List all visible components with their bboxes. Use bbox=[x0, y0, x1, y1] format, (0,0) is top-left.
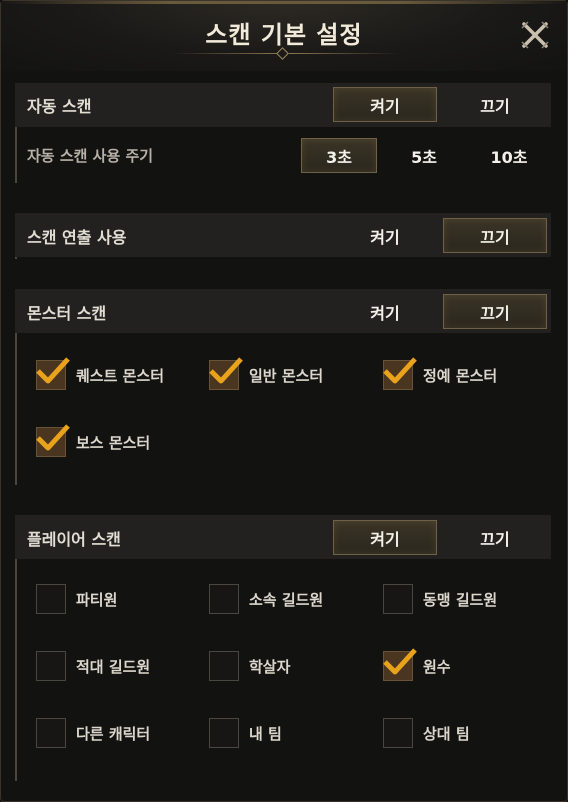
quest-monster-checkbox[interactable]: 퀘스트 몬스터 bbox=[36, 357, 165, 391]
panel-title: 스캔 기본 설정 bbox=[205, 21, 363, 49]
panel-header: 스캔 기본 설정 bbox=[1, 1, 567, 71]
hostile-guild-member-label: 적대 길드원 bbox=[76, 657, 151, 676]
monster-scan-row: 몬스터 스캔 켜기 끄기 bbox=[15, 289, 551, 333]
normal-monster-label: 일반 몬스터 bbox=[249, 366, 324, 385]
my-team-checkbox[interactable]: 내 팀 bbox=[209, 717, 282, 749]
checkbox-box bbox=[383, 648, 417, 681]
checkbox-box bbox=[36, 357, 70, 390]
checkbox-box bbox=[209, 651, 239, 681]
player-scan-row: 플레이어 스캔 켜기 끄기 bbox=[15, 515, 551, 559]
checkmark-icon bbox=[36, 424, 70, 451]
other-character-label: 다른 캐릭터 bbox=[76, 724, 151, 743]
slayer-checkbox[interactable]: 학살자 bbox=[209, 650, 290, 682]
checkbox-box bbox=[209, 584, 239, 614]
monster-scan-section: 몬스터 스캔 켜기 끄기 퀘스트 몬스터 일반 몬스터 정예 몬스터 보스 몬스… bbox=[15, 289, 551, 485]
player-scan-off-toggle[interactable]: 끄기 bbox=[443, 520, 547, 555]
slayer-label: 학살자 bbox=[249, 657, 291, 676]
interval-10s-option[interactable]: 10초 bbox=[471, 138, 547, 173]
party-member-checkbox[interactable]: 파티원 bbox=[36, 583, 117, 615]
elite-monster-label: 정예 몬스터 bbox=[423, 366, 498, 385]
checkmark-icon bbox=[383, 648, 417, 675]
player-scan-section: 플레이어 스캔 켜기 끄기 파티원 소속 길드원 동맹 길드원 적대 길드원 학… bbox=[15, 515, 551, 781]
auto-scan-section: 자동 스캔 켜기 끄기 자동 스캔 사용 주기 3초 5초 10초 bbox=[15, 83, 551, 183]
checkbox-box bbox=[209, 718, 239, 748]
auto-scan-label: 자동 스캔 bbox=[27, 97, 92, 116]
scan-effect-off-toggle[interactable]: 끄기 bbox=[443, 218, 547, 253]
monster-scan-on-toggle[interactable]: 켜기 bbox=[333, 294, 437, 329]
own-guild-member-checkbox[interactable]: 소속 길드원 bbox=[209, 583, 323, 615]
title-ornament-right bbox=[289, 53, 399, 54]
checkbox-box bbox=[383, 718, 413, 748]
checkbox-box bbox=[383, 584, 413, 614]
scan-effect-label: 스캔 연출 사용 bbox=[27, 228, 127, 247]
scan-effect-on-toggle[interactable]: 켜기 bbox=[333, 218, 437, 253]
checkmark-icon bbox=[36, 357, 70, 384]
checkmark-icon bbox=[209, 357, 243, 384]
auto-scan-on-toggle[interactable]: 켜기 bbox=[333, 87, 437, 122]
close-icon bbox=[521, 21, 549, 49]
checkbox-box bbox=[36, 651, 66, 681]
player-scan-label: 플레이어 스캔 bbox=[27, 530, 121, 549]
normal-monster-checkbox[interactable]: 일반 몬스터 bbox=[209, 357, 324, 391]
opposing-team-label: 상대 팀 bbox=[423, 724, 470, 743]
boss-monster-checkbox[interactable]: 보스 몬스터 bbox=[36, 424, 151, 458]
interval-3s-option[interactable]: 3초 bbox=[301, 138, 377, 173]
checkbox-box bbox=[36, 584, 66, 614]
other-character-checkbox[interactable]: 다른 캐릭터 bbox=[36, 717, 150, 749]
scan-effect-section: 스캔 연출 사용 켜기 끄기 bbox=[15, 213, 551, 259]
party-member-label: 파티원 bbox=[76, 590, 118, 609]
alliance-guild-member-label: 동맹 길드원 bbox=[423, 590, 498, 609]
opposing-team-checkbox[interactable]: 상대 팀 bbox=[383, 717, 470, 749]
checkmark-icon bbox=[383, 357, 417, 384]
enemy-checkbox[interactable]: 원수 bbox=[383, 648, 451, 682]
scan-settings-panel: 스캔 기본 설정 자동 스캔 켜기 끄기 자동 스캔 사용 주기 3초 5초 1… bbox=[0, 0, 568, 802]
auto-scan-row: 자동 스캔 켜기 끄기 bbox=[15, 83, 551, 127]
auto-scan-off-toggle[interactable]: 끄기 bbox=[443, 87, 547, 122]
player-scan-on-toggle[interactable]: 켜기 bbox=[333, 520, 437, 555]
enemy-label: 원수 bbox=[423, 657, 451, 676]
quest-monster-label: 퀘스트 몬스터 bbox=[76, 366, 165, 385]
checkbox-box bbox=[36, 424, 70, 457]
title-ornament-left bbox=[171, 53, 281, 54]
monster-scan-off-toggle[interactable]: 끄기 bbox=[443, 294, 547, 329]
checkbox-box bbox=[209, 357, 243, 390]
checkbox-box bbox=[36, 718, 66, 748]
own-guild-member-label: 소속 길드원 bbox=[249, 590, 324, 609]
alliance-guild-member-checkbox[interactable]: 동맹 길드원 bbox=[383, 583, 497, 615]
scan-effect-row: 스캔 연출 사용 켜기 끄기 bbox=[15, 213, 551, 257]
boss-monster-label: 보스 몬스터 bbox=[76, 433, 151, 452]
hostile-guild-member-checkbox[interactable]: 적대 길드원 bbox=[36, 650, 150, 682]
close-button[interactable] bbox=[515, 15, 555, 55]
elite-monster-checkbox[interactable]: 정예 몬스터 bbox=[383, 357, 498, 391]
auto-scan-interval-label: 자동 스캔 사용 주기 bbox=[27, 147, 154, 165]
interval-5s-option[interactable]: 5초 bbox=[386, 138, 462, 173]
my-team-label: 내 팀 bbox=[249, 724, 282, 743]
monster-scan-label: 몬스터 스캔 bbox=[27, 304, 107, 323]
checkbox-box bbox=[383, 357, 417, 390]
header-top-ornament bbox=[1, 1, 567, 4]
